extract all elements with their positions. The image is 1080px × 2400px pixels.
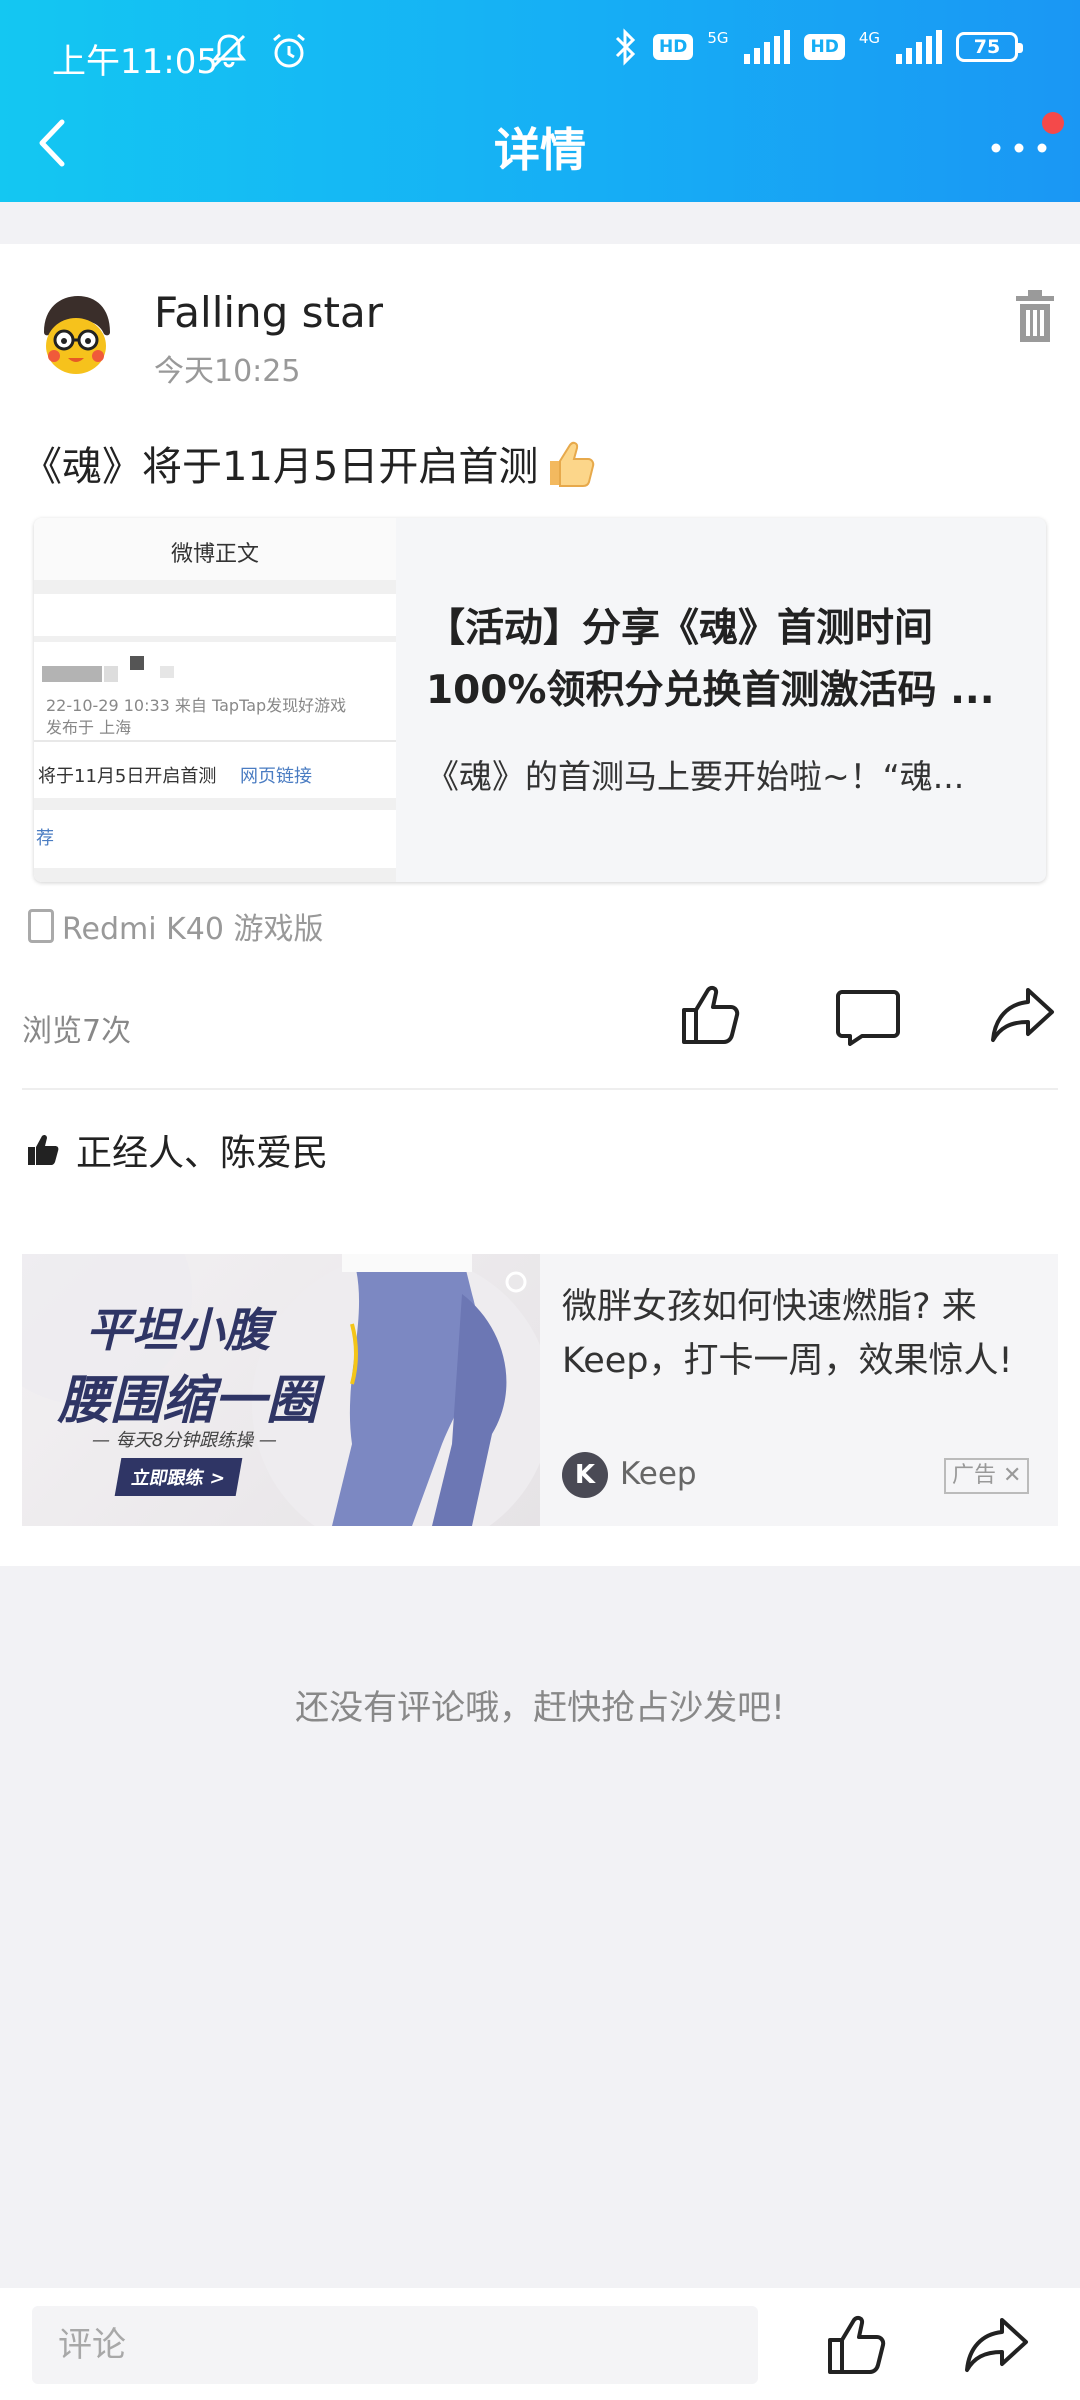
ad-banner[interactable]: 平坦小腹 腰围缩一圈 — 每天8分钟跟练操 — 立即跟练 > 微胖女孩如何快速燃… [22,1254,1058,1526]
link-desc: 《魂》的首测马上要开始啦~！“魂... [426,757,965,796]
bottom-like-button[interactable] [826,2312,888,2376]
like-button[interactable] [678,982,744,1048]
thumb-text: 将于11月5日开启首测 [38,766,217,787]
likes-row: 正经人、陈爱民 [26,1124,328,1176]
thumb-link: 网页链接 [240,766,312,787]
comment-input[interactable] [32,2306,758,2384]
device-name: Redmi K40 游戏版 [62,912,324,947]
empty-comments-text: 还没有评论哦，赶快抢占沙发吧! [295,1688,785,1728]
network-4g: 4G [858,28,880,47]
thumb-date: 22-10-29 10:33 来自 TapTap发现好游戏 [46,696,347,715]
thumb-divider [34,580,396,594]
divider [22,1088,1058,1090]
alarm-icon [273,33,305,68]
network-5g: 5G [707,28,729,47]
post-text: 《魂》将于11月5日开启首测 [22,434,598,492]
thumb-blur-2 [104,666,118,682]
thumb-blur [42,666,102,682]
device-row: Redmi K40 游戏版 [28,904,323,948]
notification-dot [1042,112,1064,134]
header: 上午11:05 HD 5G HD 4G 75 详情 [0,0,1080,202]
signal-icon-2 [896,30,942,64]
phone-icon [28,909,54,943]
thumb-tail: 荐 [36,828,54,849]
ad-headline-2: 腰围缩一圈 [58,1371,319,1431]
ad-cta: 立即跟练 > [114,1458,243,1496]
thumb-divider-4 [34,798,396,810]
ad-logo-letter: K [574,1460,596,1490]
bottom-bar [0,2288,1080,2400]
keep-logo-icon: K [562,1452,608,1498]
hd-badge: HD [652,34,694,60]
status-time: 上午11:05 [52,42,218,82]
signal-icon [744,30,791,64]
status-bar: 上午11:05 HD 5G HD 4G 75 [0,0,1080,110]
view-count: 浏览7次 [22,1014,132,1049]
post-text-content: 《魂》将于11月5日开启首测 [22,444,539,490]
muted-bell-icon [211,34,247,68]
thumbs-up-icon [28,1134,59,1165]
bottom-share-button[interactable] [964,2316,1030,2374]
link-thumbnail: 微博正文 22-10-29 10:33 来自 TapTap发现好游戏 发布于 上… [34,518,396,882]
battery-icon: 75 [956,32,1023,62]
share-button[interactable] [990,986,1056,1044]
thumb-blur-4 [160,666,174,678]
ad-brand: Keep [620,1456,697,1492]
link-title: 【活动】分享《魂》首测时间100%领积分兑换首测激活码 ... [426,606,995,713]
ad-image: 平坦小腹 腰围缩一圈 — 每天8分钟跟练操 — 立即跟练 > [22,1254,540,1526]
thumb-blur-3 [130,656,144,670]
ad-text: 微胖女孩如何快速燃脂? 来Keep，打卡一周，效果惊人! [562,1287,1013,1381]
thumb-divider-5 [34,868,396,882]
page-title: 详情 [494,123,586,177]
battery-level: 75 [973,36,1001,58]
thumb-location: 发布于 上海 [46,718,132,737]
bluetooth-icon [615,28,636,66]
ad-subline: — 每天8分钟跟练操 — [92,1430,277,1451]
post-time: 今天10:25 [154,354,301,389]
username[interactable]: Falling star [154,288,383,337]
delete-button[interactable] [1012,288,1058,344]
more-button[interactable] [984,112,1064,172]
post-card: Falling star 今天10:25 《魂》将于11月5日开启首测 微博正文… [0,244,1080,1566]
ad-headline-1: 平坦小腹 [86,1303,270,1357]
thumb-title: 微博正文 [34,518,396,580]
thumb-divider-2 [34,636,396,642]
ad-close-tag[interactable]: 广告 ✕ [944,1458,1030,1494]
liked-by-names[interactable]: 正经人、陈爱民 [76,1124,328,1176]
hd-badge-2: HD [804,34,845,60]
avatar[interactable] [26,286,126,386]
thumb-divider-3 [34,740,396,742]
nav-bar: 详情 [0,100,1080,200]
status-right: HD 5G HD 4G 75 [613,28,1023,66]
thumbs-up-emoji-icon [550,441,595,487]
comment-button[interactable] [836,988,900,1046]
link-card[interactable]: 微博正文 22-10-29 10:33 来自 TapTap发现好游戏 发布于 上… [34,518,1046,882]
